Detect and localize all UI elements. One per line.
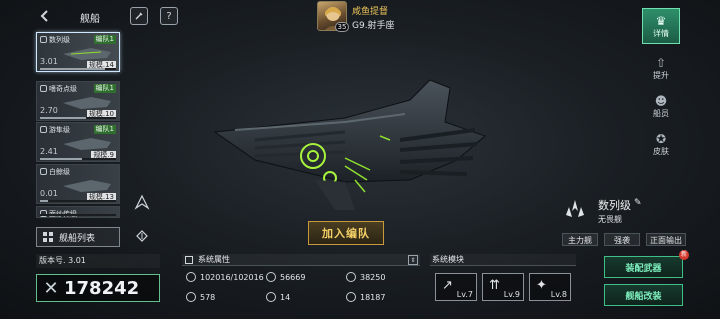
attribute-item: 18187: [346, 290, 418, 304]
attributes-grid: 102016/102016 56669 38250 578 14 18187: [186, 270, 418, 304]
nav-tab[interactable]: ✪ 皮肤: [642, 126, 680, 162]
back-button[interactable]: [38, 9, 52, 23]
chess-icon: [266, 292, 276, 302]
ship-class-name: 数列级: [598, 199, 631, 212]
ship-class-icon: [40, 85, 47, 92]
ship-model[interactable]: [195, 70, 495, 220]
attribute-value: 38250: [360, 272, 386, 282]
nav-tab-label: 详情: [653, 28, 669, 38]
ship-tag: 正面输出: [646, 233, 686, 246]
fleet-filter-button[interactable]: [133, 194, 151, 212]
upgrade-icon: ⇧: [655, 55, 667, 70]
grid-icon: [43, 232, 53, 242]
new-badge: 新: [679, 250, 689, 260]
ship-class-icon: [40, 168, 47, 175]
armor-icon: [266, 272, 276, 282]
attribute-value: 578: [200, 292, 216, 302]
nav-tab[interactable]: ☻ 船员: [642, 88, 680, 124]
ship-modify-button[interactable]: 舰船改装: [604, 284, 683, 306]
nav-tab[interactable]: ⇧ 提升: [642, 50, 680, 86]
ship-progress-bar: [40, 200, 116, 202]
attribute-item: 56669: [266, 270, 346, 284]
attribute-value: 102016/102016: [200, 272, 264, 282]
fleet-sort-button[interactable]: [133, 228, 151, 246]
rocket-icon: ⇈: [489, 278, 500, 293]
ship-card-level: 0.01: [40, 189, 58, 198]
ship-progress-bar: [40, 214, 116, 216]
ship-class-emblem-icon: [562, 197, 588, 223]
version-label: 版本号. 3.01: [36, 254, 160, 268]
ship-class-icon: [134, 194, 150, 210]
add-to-fleet-button[interactable]: 加入编队: [308, 221, 384, 245]
attribute-item: 14: [266, 290, 346, 304]
nav-tab-label: 提升: [653, 70, 669, 80]
rename-icon[interactable]: ✎: [634, 198, 642, 208]
ship-progress-bar: [40, 117, 116, 119]
player-name: 咸鱼提督: [352, 7, 389, 17]
nav-tab-label: 船员: [653, 108, 669, 118]
module-slot[interactable]: ⇈ Lv.9: [482, 273, 524, 301]
nav-tab[interactable]: ♛ 详情: [642, 8, 680, 44]
sword-cross-icon: ✕: [43, 277, 59, 299]
crew-icon: ☻: [654, 93, 668, 108]
equip-weapon-button[interactable]: 装配武器: [604, 256, 683, 278]
attributes-header: 系统属性: [182, 254, 420, 266]
module-level: Lv.8: [550, 290, 567, 299]
fleet-list-button[interactable]: 舰船列表: [36, 227, 120, 247]
attribute-item: 102016/102016: [186, 270, 266, 284]
emblem-icon: ♛: [655, 13, 667, 28]
ship-card-level: 3.01: [40, 57, 58, 66]
chevron-left-icon: [40, 10, 48, 22]
player-level-badge: 35: [335, 22, 349, 32]
module-slot[interactable]: ↗ Lv.7: [435, 273, 477, 301]
attributes-title: 系统属性: [198, 255, 230, 264]
power-value: 178242: [64, 277, 140, 299]
help-button[interactable]: ?: [160, 7, 178, 25]
ship-tag: 主力舰: [562, 233, 598, 246]
modules-header: 系统模块: [430, 254, 576, 266]
ship-card[interactable]: 数列级 编队1 3.01 规模.14: [36, 32, 120, 72]
ship-progress-bar: [40, 158, 116, 160]
wrench-button[interactable]: [130, 7, 148, 25]
sort-icon: [136, 230, 148, 242]
ship-class-icon: [40, 36, 47, 43]
flag-icon: [186, 292, 196, 302]
ship-card[interactable]: 面纱传级: [36, 206, 120, 218]
drone-icon: ✦: [536, 278, 547, 293]
ship-type: 无畏舰: [598, 215, 622, 224]
attribute-item: 38250: [346, 270, 418, 284]
skin-icon: ✪: [655, 131, 667, 146]
ship-card-level: 2.70: [40, 106, 58, 115]
attribute-value: 14: [280, 292, 291, 302]
help-icon: ?: [166, 10, 172, 22]
power-display: ✕ 178242: [36, 274, 160, 302]
shield-icon: [186, 272, 196, 282]
attribute-value: 18187: [360, 292, 386, 302]
ship-card[interactable]: 嗜奇点级 编队1 2.70 规模.10: [36, 81, 120, 121]
module-level: Lv.9: [503, 290, 520, 299]
ship-class-icon: [40, 126, 47, 133]
ship-progress-bar: [40, 68, 116, 70]
missile-icon: ↗: [442, 278, 453, 293]
page-title: 舰船: [80, 14, 100, 25]
ship-card-level: 2.41: [40, 147, 58, 156]
attribute-value: 56669: [280, 272, 306, 282]
ship-card[interactable]: 白鲸级 0.01 规模.13: [36, 164, 120, 204]
ship-card[interactable]: 游隼级 编队1 2.41 规模.9: [36, 122, 120, 162]
attributes-toggle[interactable]: ⇕: [408, 255, 418, 265]
module-level: Lv.7: [456, 290, 473, 299]
target-icon: [346, 272, 356, 282]
radar-icon: [346, 292, 356, 302]
player-rank: G9.射手座: [352, 21, 395, 31]
ship-thumbnail: [61, 216, 115, 218]
attribute-item: 578: [186, 290, 266, 304]
ship-tag: 强袭: [604, 233, 640, 246]
attributes-icon: [185, 256, 193, 264]
nav-tab-label: 皮肤: [653, 146, 669, 156]
wrench-icon: [135, 12, 143, 20]
fleet-list-label: 舰船列表: [59, 233, 96, 244]
module-slot[interactable]: ✦ Lv.8: [529, 273, 571, 301]
